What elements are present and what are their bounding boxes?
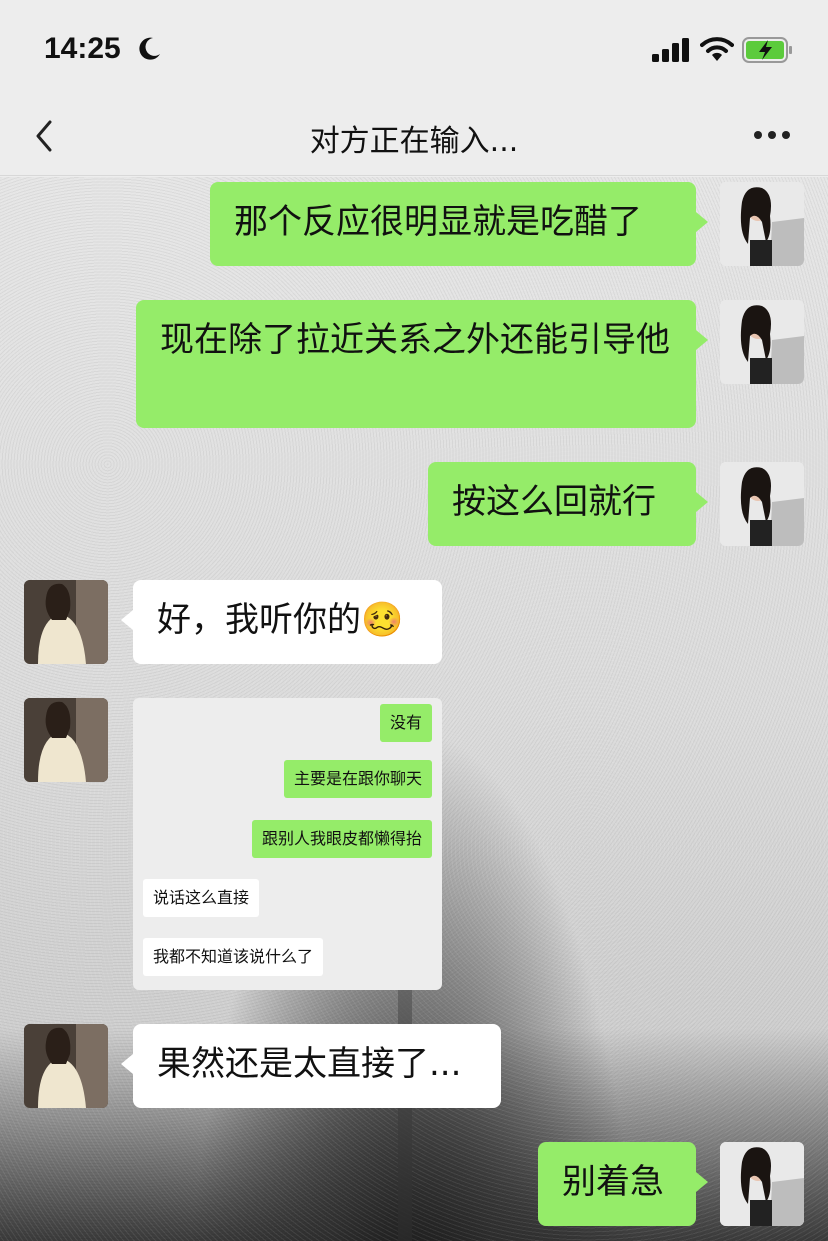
message-bubble-outgoing[interactable]: 别着急 <box>538 1142 708 1226</box>
message-bubble-incoming[interactable]: 果然还是太直接了... <box>121 1024 501 1108</box>
message-text: 现在除了拉近关系之外还能引导他 <box>160 320 670 360</box>
image-chat-bubble-incoming: 说话这么直接 <box>143 879 260 917</box>
image-chat-bubble-outgoing: 跟别人我眼皮都懒得抬 <box>251 820 432 858</box>
avatar-other[interactable] <box>24 580 108 664</box>
chat-title: 对方正在输入... <box>309 124 519 159</box>
message-text: 别着急 <box>562 1162 664 1202</box>
more-dots-icon[interactable] <box>752 120 792 150</box>
chat-messages[interactable]: 那个反应很明显就是吃醋了 现在除了拉近关系之外还能引导他 按这么回就行 好，我听… <box>0 177 828 1241</box>
avatar-other[interactable] <box>24 1024 108 1108</box>
chat-header: 对方正在输入... <box>0 100 828 176</box>
message-text: 那个反应很明显就是吃醋了 <box>234 202 642 242</box>
image-chat-bubble-outgoing: 主要是在跟你聊天 <box>283 760 432 798</box>
cellular-signal-icon <box>652 38 689 62</box>
avatar-me[interactable] <box>720 1142 804 1226</box>
message-bubble-outgoing[interactable]: 现在除了拉近关系之外还能引导他 <box>136 300 708 428</box>
message-bubble-incoming[interactable]: 好，我听你的🥴 <box>121 580 442 664</box>
status-time: 14:25 <box>44 32 121 65</box>
avatar-me[interactable] <box>720 462 804 546</box>
avatar-me[interactable] <box>720 182 804 266</box>
message-bubble-outgoing[interactable]: 按这么回就行 <box>428 462 708 546</box>
avatar-me[interactable] <box>720 300 804 384</box>
image-chat-bubble-outgoing: 没有 <box>379 704 432 742</box>
status-bar: 14:25 <box>0 0 828 100</box>
message-text: 果然还是太直接了... <box>157 1044 462 1084</box>
image-message-screenshot[interactable]: 没有 主要是在跟你聊天 跟别人我眼皮都懒得抬 说话这么直接 我都不知道该说什么了 <box>133 698 442 990</box>
message-text: 按这么回就行 <box>452 482 656 522</box>
avatar-other[interactable] <box>24 698 108 782</box>
message-bubble-outgoing[interactable]: 那个反应很明显就是吃醋了 <box>210 182 708 266</box>
message-text: 好，我听你的🥴 <box>157 600 404 640</box>
image-chat-bubble-incoming: 我都不知道该说什么了 <box>143 938 324 976</box>
battery-charging-icon <box>742 37 792 63</box>
wifi-icon <box>700 37 734 61</box>
moon-icon <box>139 37 160 60</box>
